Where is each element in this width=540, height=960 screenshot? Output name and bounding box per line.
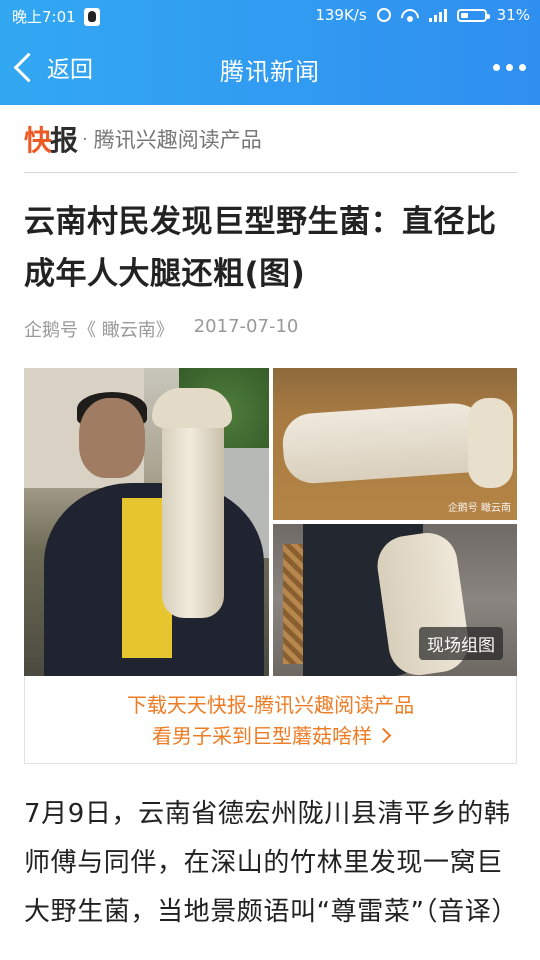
battery-icon (456, 8, 490, 22)
top-bar: 晚上7:01 139K/s 31% 返回 腾讯新闻 (0, 0, 540, 105)
article-body: 7月9日，云南省德宏州陇川县清平乡的韩师傅与同伴，在深山的竹林里发现一窝巨大野生… (24, 799, 518, 927)
source-text: 腾讯兴趣阅读产品 (93, 128, 262, 152)
status-bar: 晚上7:01 139K/s 31% (0, 0, 540, 32)
network-speed: 139K/s (315, 6, 367, 24)
chevron-right-icon (375, 727, 392, 744)
photo-man-holding-mushroom[interactable] (24, 368, 269, 676)
download-promo[interactable]: 下载天天快报-腾讯兴趣阅读产品 看男子采到巨型蘑菇啥样 (24, 676, 517, 764)
article-meta: 企鹅号《 瞰云南》 2017-07-10 (24, 316, 298, 342)
article-title: 云南村民发现巨型野生菌：直径比成年人大腿还粗(图) (24, 204, 497, 292)
qq-icon (83, 7, 100, 26)
divider (24, 172, 517, 173)
nav-bar: 返回 腾讯新闻 (0, 32, 540, 105)
article-date: 2017-07-10 (193, 316, 299, 337)
more-icon[interactable] (493, 64, 526, 71)
photo-watermark: 企鹅号 瞰云南 (447, 503, 511, 514)
gallery-tag[interactable]: 现场组图 (419, 627, 503, 660)
promo-line-2: 看男子采到巨型蘑菇啥样 (25, 720, 516, 749)
nav-title: 腾讯新闻 (220, 58, 320, 86)
wifi-icon (401, 9, 419, 22)
promo-line-1: 下载天天快报-腾讯兴趣阅读产品 (126, 693, 415, 717)
photo-mushroom-on-table[interactable]: 企鹅号 瞰云南 (273, 368, 517, 520)
signal-icon (428, 8, 447, 22)
article-author[interactable]: 企鹅号《 瞰云南》 (24, 316, 174, 342)
status-time: 晚上7:01 (12, 8, 76, 26)
source-separator: · (82, 128, 88, 150)
photo-mushroom-held[interactable]: 现场组图 (273, 524, 517, 676)
battery-level: 31% (496, 6, 530, 24)
source-header[interactable]: 快报 · 腾讯兴趣阅读产品 (24, 120, 262, 158)
photo-gallery[interactable]: 企鹅号 瞰云南 现场组图 (24, 368, 517, 676)
alarm-icon (376, 8, 391, 22)
kuaibao-logo: 快报 (24, 124, 78, 157)
